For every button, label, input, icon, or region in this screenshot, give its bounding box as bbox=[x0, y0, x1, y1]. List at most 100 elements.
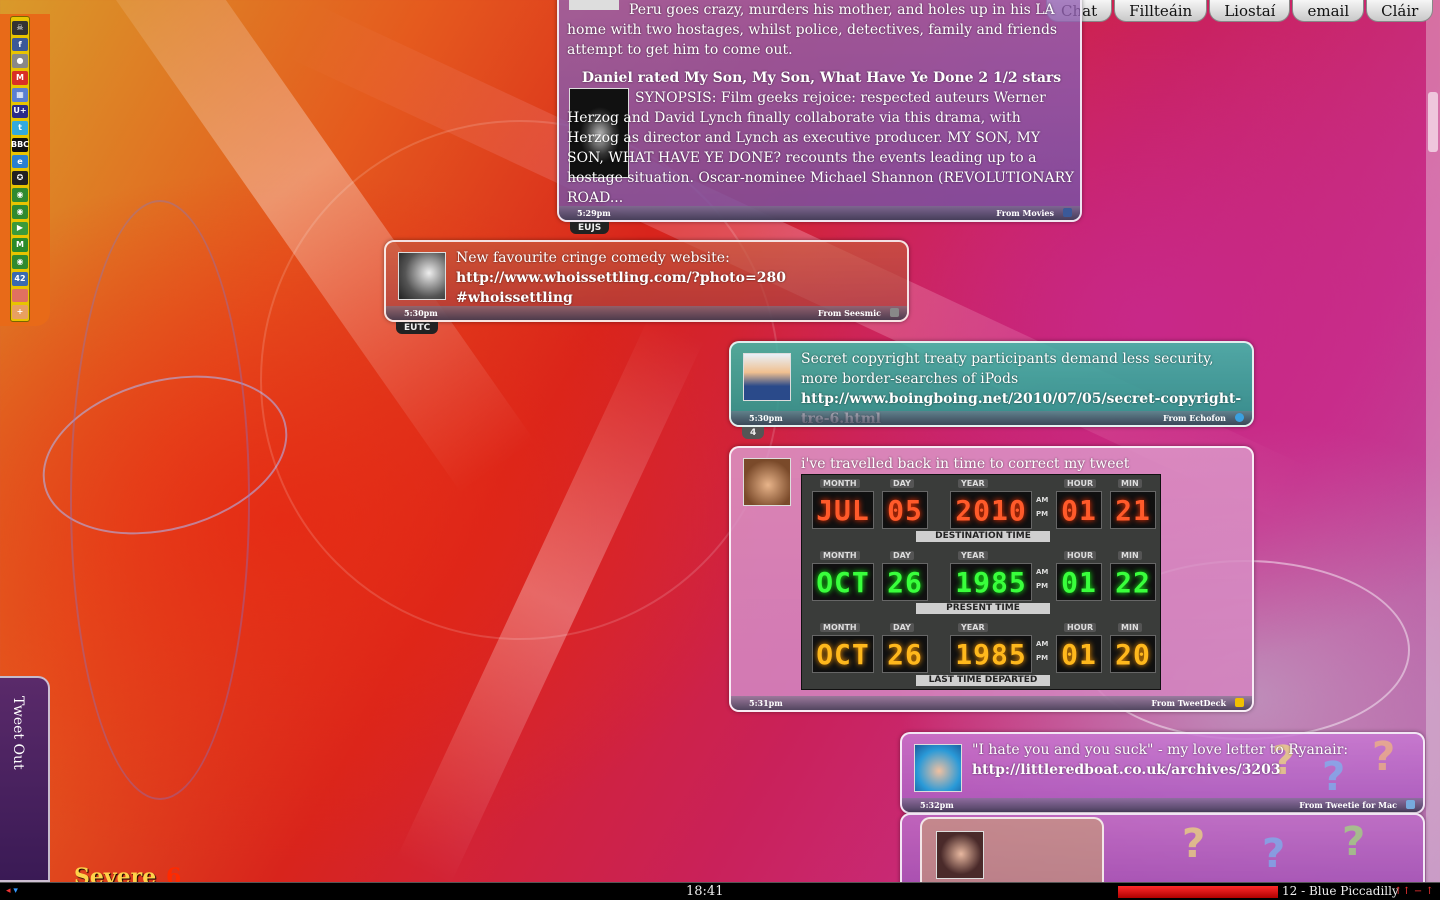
circuit-label-month: MONTH bbox=[820, 479, 860, 488]
tweet-out-tab[interactable]: Tweet Out bbox=[0, 676, 50, 882]
tweet-card-movie[interactable]: Peru goes crazy, murders his mother, and… bbox=[557, 0, 1082, 222]
tweet-text: i've travelled back in time to correct m… bbox=[801, 456, 1130, 472]
am-pm-indicator: AM PM bbox=[1036, 640, 1049, 662]
twitter-icon[interactable]: t bbox=[12, 121, 28, 136]
taskbar-clock[interactable]: 18:41 bbox=[686, 883, 723, 900]
circuit-digits-month: OCT bbox=[812, 563, 874, 601]
menu-email[interactable]: email bbox=[1292, 0, 1365, 22]
circuit-digits-year: 1985 bbox=[950, 563, 1032, 601]
calendar-icon[interactable]: ▦ bbox=[12, 87, 28, 102]
tweet-time[interactable]: 5:30pm bbox=[749, 413, 783, 423]
taskbar-left-arrows[interactable]: ◂ ▾ bbox=[6, 883, 18, 900]
avatar[interactable] bbox=[743, 353, 791, 401]
menu-lists[interactable]: Liostaí bbox=[1209, 0, 1291, 22]
tweet-time[interactable]: 5:29pm bbox=[577, 208, 611, 218]
circuit-title: PRESENT TIME bbox=[916, 603, 1050, 614]
tweet-source[interactable]: From Seesmic bbox=[818, 308, 881, 318]
avatar[interactable] bbox=[743, 458, 791, 506]
tweet-synopsis: SYNOPSIS: Film geeks rejoice: respected … bbox=[567, 90, 1074, 206]
play-icon[interactable]: ▶ bbox=[12, 221, 28, 236]
menu-programs[interactable]: Cláir bbox=[1366, 0, 1434, 22]
tweet-body: New favourite cringe comedy website: bbox=[456, 250, 730, 266]
globe-icon-1[interactable]: ◉ bbox=[12, 188, 28, 202]
tweet-card-ryanair[interactable]: ? ? ? "I hate you and you suck" - my lov… bbox=[900, 732, 1425, 814]
tweet-card-cringe[interactable]: New favourite cringe comedy website: htt… bbox=[384, 240, 909, 322]
tweet-footer: 5:30pm From Seesmic bbox=[386, 306, 907, 320]
circuit-digits-month: JUL bbox=[812, 491, 874, 529]
tweet-footer: 5:31pm From TweetDeck bbox=[731, 696, 1252, 710]
circuit-digits-year: 1985 bbox=[950, 635, 1032, 673]
circuit-digits-min: 20 bbox=[1110, 635, 1156, 673]
u-plus-icon[interactable]: U+ bbox=[12, 104, 28, 119]
am-pm-indicator: AM PM bbox=[1036, 496, 1049, 518]
circuit-label-month: MONTH bbox=[820, 551, 860, 560]
bbc-icon[interactable]: BBC bbox=[11, 138, 29, 152]
tweet-footer: 5:32pm From Tweetie for Mac bbox=[902, 798, 1423, 812]
circuit-label-year: YEAR bbox=[958, 479, 988, 488]
soccer-ball-icon[interactable]: ✪ bbox=[12, 171, 28, 186]
circuit-digits-month: OCT bbox=[812, 635, 874, 673]
now-playing-track[interactable]: 12 - Blue Piccadilly bbox=[1282, 883, 1399, 900]
tweet-time[interactable]: 5:32pm bbox=[920, 800, 954, 810]
source-icon bbox=[1063, 208, 1072, 217]
tweet-text: "I hate you and you suck" - my love lett… bbox=[972, 740, 1418, 780]
add-icon[interactable]: + bbox=[12, 305, 28, 319]
facebook-icon[interactable]: f bbox=[12, 37, 28, 52]
avatar[interactable] bbox=[398, 252, 446, 300]
tweet-tag: 4 bbox=[742, 427, 765, 439]
circuit-digits-day: 26 bbox=[882, 563, 928, 601]
time-circuit-row: MONTH OCT DAY 26 YEAR 1985 HOUR 01 MIN 22 AM PM PRE… bbox=[808, 551, 1156, 615]
avatar[interactable] bbox=[914, 744, 962, 792]
tweet-out-label: Tweet Out bbox=[10, 696, 26, 770]
volume-meter[interactable] bbox=[1118, 886, 1278, 898]
skull-icon[interactable]: ☠ bbox=[12, 21, 28, 35]
menu-folders[interactable]: Fillteáin bbox=[1114, 0, 1208, 22]
circuit-digits-min: 21 bbox=[1110, 491, 1156, 529]
tweet-text: New favourite cringe comedy website: htt… bbox=[456, 248, 902, 308]
scrollbar-thumb[interactable] bbox=[1428, 92, 1438, 152]
source-icon bbox=[890, 308, 899, 317]
tweet-source[interactable]: From Tweetie for Mac bbox=[1299, 800, 1397, 810]
circuit-label-day: DAY bbox=[890, 623, 914, 632]
tweet-time[interactable]: 5:30pm bbox=[404, 308, 438, 318]
tweet-source[interactable]: From TweetDeck bbox=[1151, 698, 1226, 708]
gmail-icon[interactable]: M bbox=[12, 71, 28, 85]
tweet-time[interactable]: 5:31pm bbox=[749, 698, 783, 708]
tweet-source[interactable]: From Movies bbox=[996, 208, 1054, 218]
circuit-digits-hour: 01 bbox=[1056, 635, 1102, 673]
tweet-text: Peru goes crazy, murders his mother, and… bbox=[567, 2, 1058, 58]
circuit-label-year: YEAR bbox=[958, 551, 988, 560]
question-mark-decoration: ? bbox=[1262, 831, 1286, 877]
circuit-label-min: MIN bbox=[1118, 623, 1142, 632]
circuit-label-month: MONTH bbox=[820, 623, 860, 632]
launcher-dock: ☠ f ● M ▦ U+ t BBC e ✪ ◉ ◉ ▶ M ◉ 42 + bbox=[0, 14, 50, 326]
m-icon[interactable]: M bbox=[12, 238, 28, 253]
tweet-source[interactable]: From Echofon bbox=[1163, 413, 1226, 423]
top-menu: Chat Fillteáin Liostaí email Cláir bbox=[1046, 0, 1435, 22]
circuit-label-day: DAY bbox=[890, 551, 914, 560]
tweet-card-copyright[interactable]: Secret copyright treaty participants dem… bbox=[729, 341, 1254, 427]
time-circuits-image[interactable]: MONTH JUL DAY 05 YEAR 2010 HOUR 01 MIN 21 AM PM DES… bbox=[801, 474, 1161, 690]
ie-icon[interactable]: e bbox=[12, 154, 28, 169]
disc-icon[interactable]: ● bbox=[12, 54, 28, 69]
circuit-digits-day: 05 bbox=[882, 491, 928, 529]
number-42-icon[interactable]: 42 bbox=[12, 271, 28, 286]
globe-icon-2[interactable]: ◉ bbox=[12, 204, 28, 219]
source-icon bbox=[1235, 413, 1244, 422]
time-circuit-row: MONTH JUL DAY 05 YEAR 2010 HOUR 01 MIN 21 AM PM DES… bbox=[808, 479, 1156, 543]
circuit-label-min: MIN bbox=[1118, 551, 1142, 560]
am-pm-indicator: AM PM bbox=[1036, 568, 1049, 590]
launcher-icon-column: ☠ f ● M ▦ U+ t BBC e ✪ ◉ ◉ ▶ M ◉ 42 + bbox=[10, 16, 30, 322]
scrollbar[interactable] bbox=[1426, 0, 1440, 882]
circuit-title: LAST TIME DEPARTED bbox=[916, 675, 1050, 686]
blank-icon[interactable] bbox=[12, 288, 28, 303]
circuit-title: DESTINATION TIME bbox=[916, 531, 1050, 542]
time-circuit-row: MONTH OCT DAY 26 YEAR 1985 HOUR 01 MIN 20 AM PM LAS… bbox=[808, 623, 1156, 687]
tweet-link[interactable]: http://littleredboat.co.uk/archives/3203 bbox=[972, 762, 1281, 778]
player-controls[interactable]: ↑↑ − ↑ bbox=[1394, 883, 1434, 900]
globe-icon-3[interactable]: ◉ bbox=[12, 255, 28, 269]
tweet-link[interactable]: http://www.whoissettling.com/?photo=280 … bbox=[456, 270, 786, 306]
avatar[interactable] bbox=[936, 831, 984, 879]
circuit-digits-year: 2010 bbox=[950, 491, 1032, 529]
tweet-body: "I hate you and you suck" - my love lett… bbox=[972, 742, 1349, 758]
